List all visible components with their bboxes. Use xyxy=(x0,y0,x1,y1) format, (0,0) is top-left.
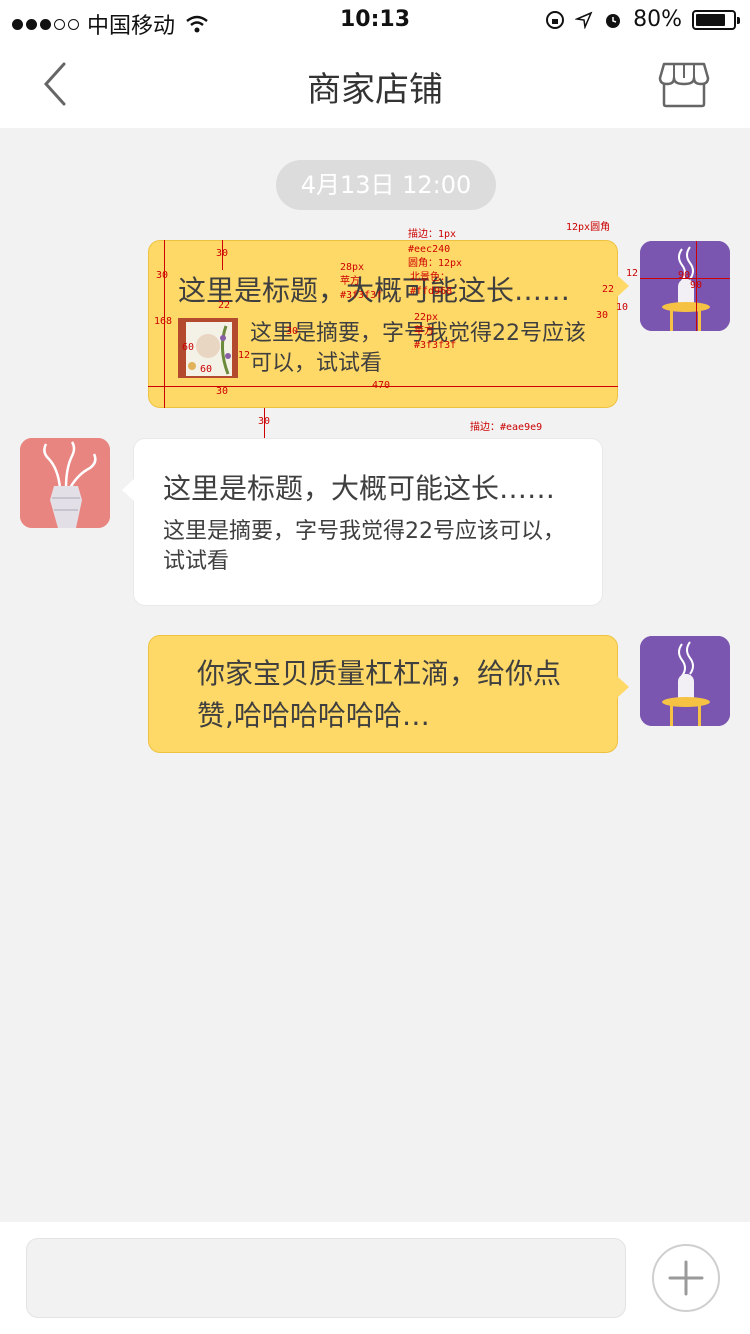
dim-tail-h: 22 xyxy=(602,284,615,295)
dim-thumb-h: 60 xyxy=(182,342,195,353)
user-avatar[interactable] xyxy=(640,241,730,331)
dim-summary-line: 30 xyxy=(286,326,299,337)
dim-line-avatar-h xyxy=(696,241,697,331)
location-icon xyxy=(575,11,593,29)
anno-bg-color: #ffd968 xyxy=(410,286,453,297)
dim-tail-top: 30 xyxy=(596,310,609,321)
message-input[interactable] xyxy=(26,1238,626,1318)
store-icon xyxy=(658,62,710,108)
input-bar xyxy=(0,1222,750,1334)
message-text-bubble[interactable]: 你家宝贝质量杠杠滴，给你点赞,哈哈哈哈哈哈… xyxy=(148,635,629,753)
anno-summary-color: #3f3f3f xyxy=(414,340,457,351)
battery-fill xyxy=(696,13,725,26)
anno-stroke: 描边：1px xyxy=(408,229,457,240)
merchant-avatar[interactable] xyxy=(20,438,110,528)
card-title: 这里是标题，大概可能这长…… xyxy=(178,274,571,307)
add-button[interactable] xyxy=(652,1244,720,1312)
battery-percent: 80% xyxy=(633,7,682,32)
dim-tail-w: 10 xyxy=(616,302,629,313)
dim-gap: 22 xyxy=(218,300,231,311)
bubble-tail xyxy=(617,676,629,698)
message-text: 你家宝贝质量杠杠滴，给你点赞,哈哈哈哈哈哈… xyxy=(197,657,562,732)
bubble-tail xyxy=(122,479,134,501)
plus-icon xyxy=(668,1260,704,1296)
dim-avatar-w: 90 xyxy=(678,270,691,281)
anno-summary-size: 22px xyxy=(414,312,439,323)
dim-pad-left: 30 xyxy=(156,270,169,281)
anno-radius: 圆角：12px xyxy=(408,258,463,269)
alarm-icon xyxy=(606,13,621,28)
rotation-lock-icon xyxy=(546,10,565,29)
anno-avatar-radius: 12px圆角 xyxy=(566,222,611,233)
anno-summary-font: 苹方 xyxy=(414,326,434,337)
card-title: 这里是标题，大概可能这长…… xyxy=(163,472,556,505)
battery-icon xyxy=(692,9,740,30)
dim-avatar-gap: 12 xyxy=(626,268,639,279)
chat-timestamp: 4月13日 12:00 xyxy=(276,160,496,210)
dim-line-card-w xyxy=(148,386,618,387)
dim-line-pad-top xyxy=(222,240,223,270)
page-title: 商家店铺 xyxy=(307,70,443,110)
card-summary: 这里是摘要，字号我觉得22号应该可以，试试看 xyxy=(163,519,565,574)
dim-line-avatar-w xyxy=(640,278,730,279)
store-button[interactable] xyxy=(658,62,710,108)
nav-bar: 商家店铺 xyxy=(0,40,750,128)
anno-title-color: #3f3f3f xyxy=(340,290,383,301)
dim-line-card-h xyxy=(164,240,165,408)
dim-thumb-gap: 12 xyxy=(238,350,251,361)
status-right: 80% xyxy=(545,7,740,32)
anno-white-stroke: 描边：#eae9e9 xyxy=(470,422,543,433)
anno-title-font: 苹方 xyxy=(340,276,360,287)
dim-pad-bottom: 30 xyxy=(216,386,229,397)
dim-thumb-w: 60 xyxy=(200,364,213,375)
anno-bg: 北景色： xyxy=(410,272,450,283)
dim-line-msg-gap xyxy=(264,408,265,438)
status-bar: 中国移动 10:13 80% xyxy=(0,0,750,40)
anno-title-size: 28px xyxy=(340,262,365,273)
user-avatar[interactable] xyxy=(640,636,730,726)
message-card-bubble[interactable]: 这里是标题，大概可能这长…… 这里是摘要，字号我觉得22号应该可以，试试看 xyxy=(122,438,603,606)
anno-stroke-color: #eec240 xyxy=(408,244,451,255)
